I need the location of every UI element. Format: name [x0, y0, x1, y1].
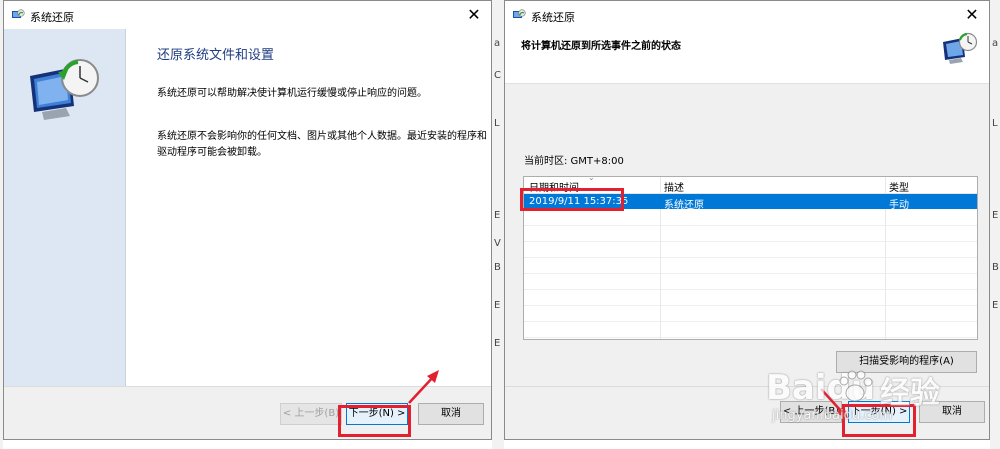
- background-sliver-middle: aCL EVB EE: [492, 0, 504, 449]
- close-icon: ✕: [467, 5, 481, 24]
- close-icon: ✕: [965, 5, 979, 24]
- highlight-box-next: [842, 404, 916, 437]
- red-arrow-icon: [408, 370, 439, 404]
- background-sliver-right: aLE BE: [990, 0, 1000, 449]
- wizard-header: 将计算机还原到所选事件之前的状态: [505, 29, 989, 84]
- restore-monitor-icon: [943, 32, 978, 64]
- close-button[interactable]: ✕: [463, 4, 485, 26]
- table-row-empty: [524, 290, 977, 306]
- system-restore-dialog-right: 系统还原 ✕ 将计算机还原到所选事件之前的状态 当前时区: GMT+8:00 日…: [504, 0, 990, 440]
- window-title: 系统还原: [531, 11, 575, 24]
- description-text-2: 系统还原不会影响你的任何文档、图片或其他个人数据。最近安装的程序和 驱动程序可能…: [157, 129, 487, 161]
- sort-arrow-icon: ⌄: [588, 176, 595, 182]
- back-button[interactable]: < 上一步(B): [280, 403, 342, 425]
- table-row-empty: [524, 258, 977, 274]
- highlight-box-next: [338, 405, 411, 437]
- table-row-empty: [524, 274, 977, 290]
- table-row-empty: [524, 322, 977, 338]
- column-header-type[interactable]: 类型: [889, 179, 909, 194]
- row-description: 系统还原: [664, 200, 704, 211]
- description-text-2-line2: 驱动程序可能会被卸载。: [157, 147, 267, 158]
- table-row-empty: [524, 226, 977, 242]
- description-text-2-line1: 系统还原不会影响你的任何文档、图片或其他个人数据。最近安装的程序和: [157, 131, 487, 142]
- close-button[interactable]: ✕: [961, 4, 983, 26]
- row-type: 手动: [889, 200, 909, 211]
- system-restore-icon: [513, 9, 526, 18]
- cancel-button[interactable]: 取消: [919, 401, 985, 423]
- table-row-empty: [524, 210, 977, 226]
- restore-monitor-icon: [30, 59, 99, 120]
- window-title: 系统还原: [30, 11, 74, 24]
- table-row-empty: [524, 306, 977, 322]
- table-row-empty: [524, 242, 977, 258]
- page-heading: 还原系统文件和设置: [157, 48, 275, 63]
- button-bar: < 上一步(B) 下一步(N) > 取消: [505, 386, 989, 439]
- highlight-box-restore-point: [520, 188, 624, 211]
- timezone-label: 当前时区: GMT+8:00: [524, 156, 624, 167]
- column-header-description[interactable]: 描述: [664, 179, 684, 194]
- content-area: 还原系统文件和设置 系统还原可以帮助解决使计算机运行缓慢或停止响应的问题。 系统…: [126, 29, 491, 387]
- title-bar: 系统还原 ✕: [4, 1, 491, 29]
- step-title: 将计算机还原到所选事件之前的状态: [521, 41, 681, 52]
- description-text-1: 系统还原可以帮助解决使计算机运行缓慢或停止响应的问题。: [157, 88, 427, 99]
- system-restore-icon: [12, 9, 25, 18]
- paw-logo-icon: [839, 370, 873, 402]
- title-bar-right: 系统还原 ✕: [505, 1, 989, 29]
- side-panel: [4, 29, 126, 387]
